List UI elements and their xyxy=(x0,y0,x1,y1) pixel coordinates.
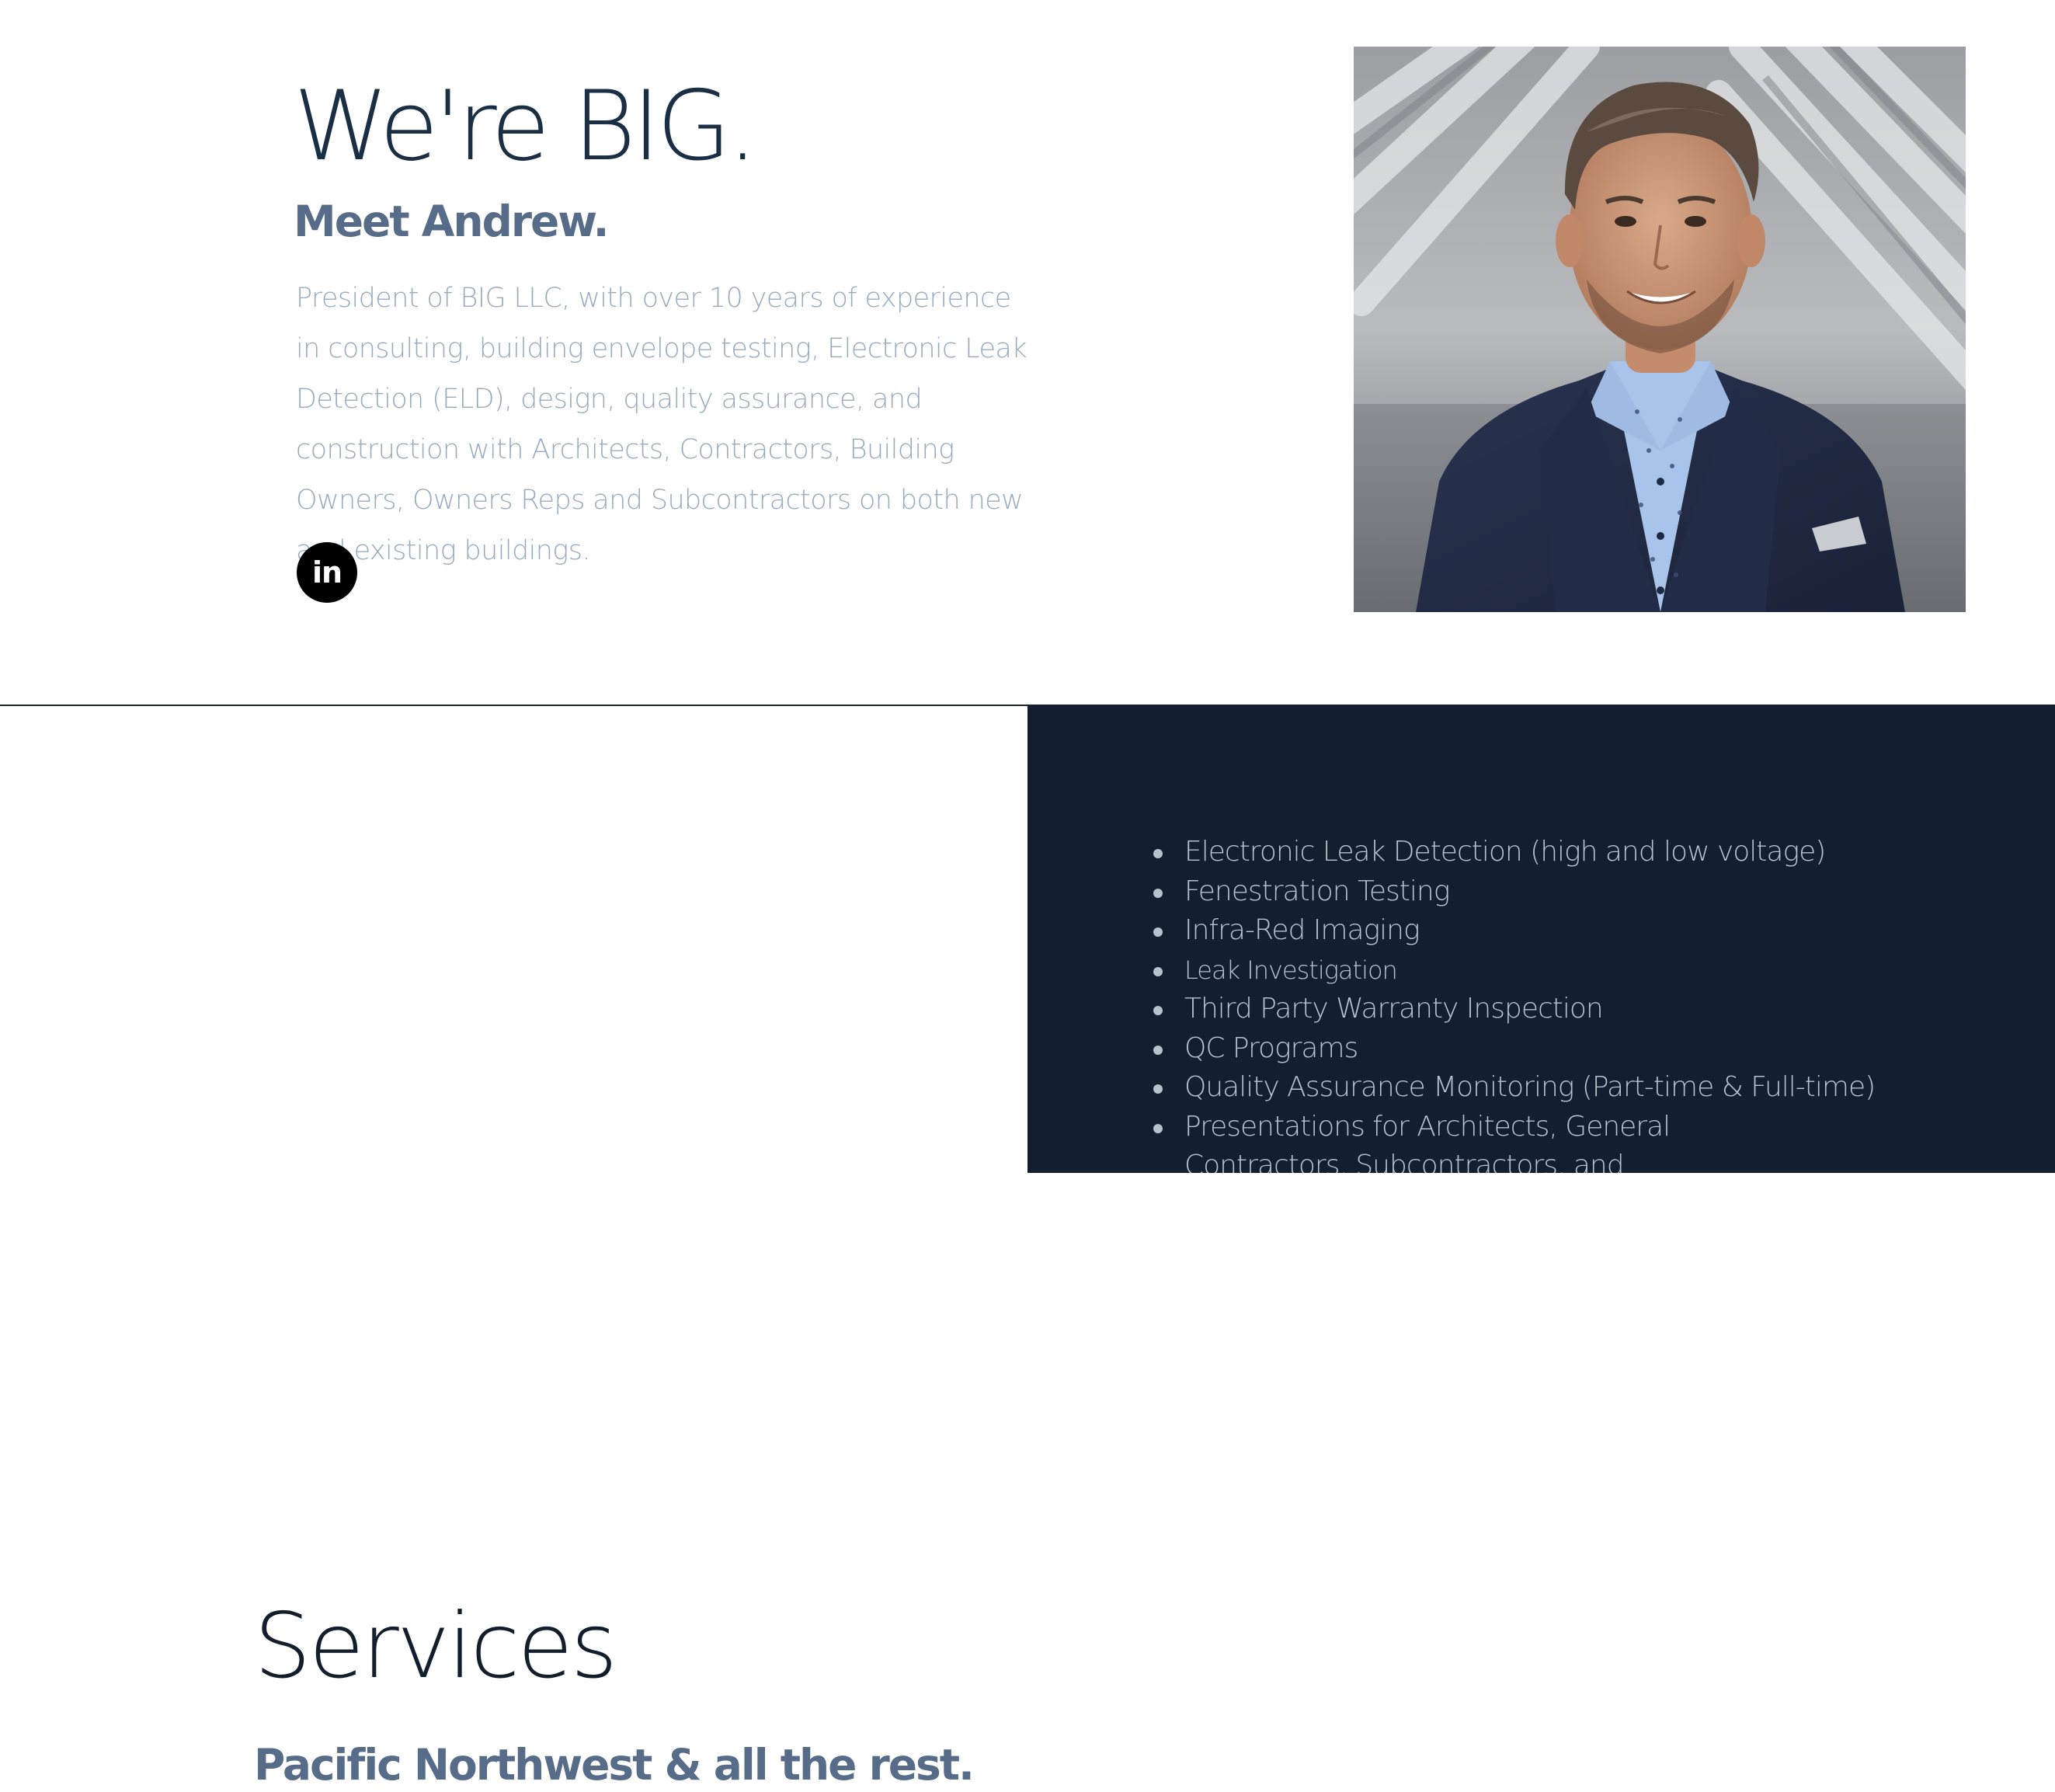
service-item: Third Party Warranty Inspection xyxy=(1153,990,2008,1029)
service-item: Infra-Red Imaging xyxy=(1153,911,2008,951)
services-list-panel: Electronic Leak Detection (high and low … xyxy=(1028,705,2055,1173)
linkedin-icon-label: in xyxy=(311,555,342,590)
service-item: Leak Investigation xyxy=(1153,951,2008,990)
service-item: QC Programs xyxy=(1153,1029,2008,1069)
about-section: We're BIG. Meet Andrew. President of BIG… xyxy=(0,0,2055,705)
service-item-text: Presentations for Architects, General Co… xyxy=(1184,1110,1671,1174)
services-subtitle: Pacific Northwest & all the rest. xyxy=(254,1740,975,1790)
page-headline: We're BIG. xyxy=(294,71,758,183)
services-list: Electronic Leak Detection (high and low … xyxy=(1153,833,2008,1173)
services-intro: Services Pacific Northwest & all the res… xyxy=(0,706,1028,1790)
services-title: Services xyxy=(254,1594,617,1699)
bio-paragraph: President of BIG LLC, with over 10 years… xyxy=(296,283,1028,566)
service-item: Quality Assurance Monitoring (Part-time … xyxy=(1153,1068,2008,1108)
service-item: Fenestration Testing xyxy=(1153,872,2008,912)
portrait-photo xyxy=(1354,47,1966,612)
linkedin-icon[interactable]: in xyxy=(297,542,357,603)
service-item: Presentations for Architects, General Co… xyxy=(1153,1108,2008,1174)
service-item: Electronic Leak Detection (high and low … xyxy=(1153,833,2008,872)
meet-heading: Meet Andrew. xyxy=(294,197,609,246)
portrait-image xyxy=(1354,47,1966,612)
